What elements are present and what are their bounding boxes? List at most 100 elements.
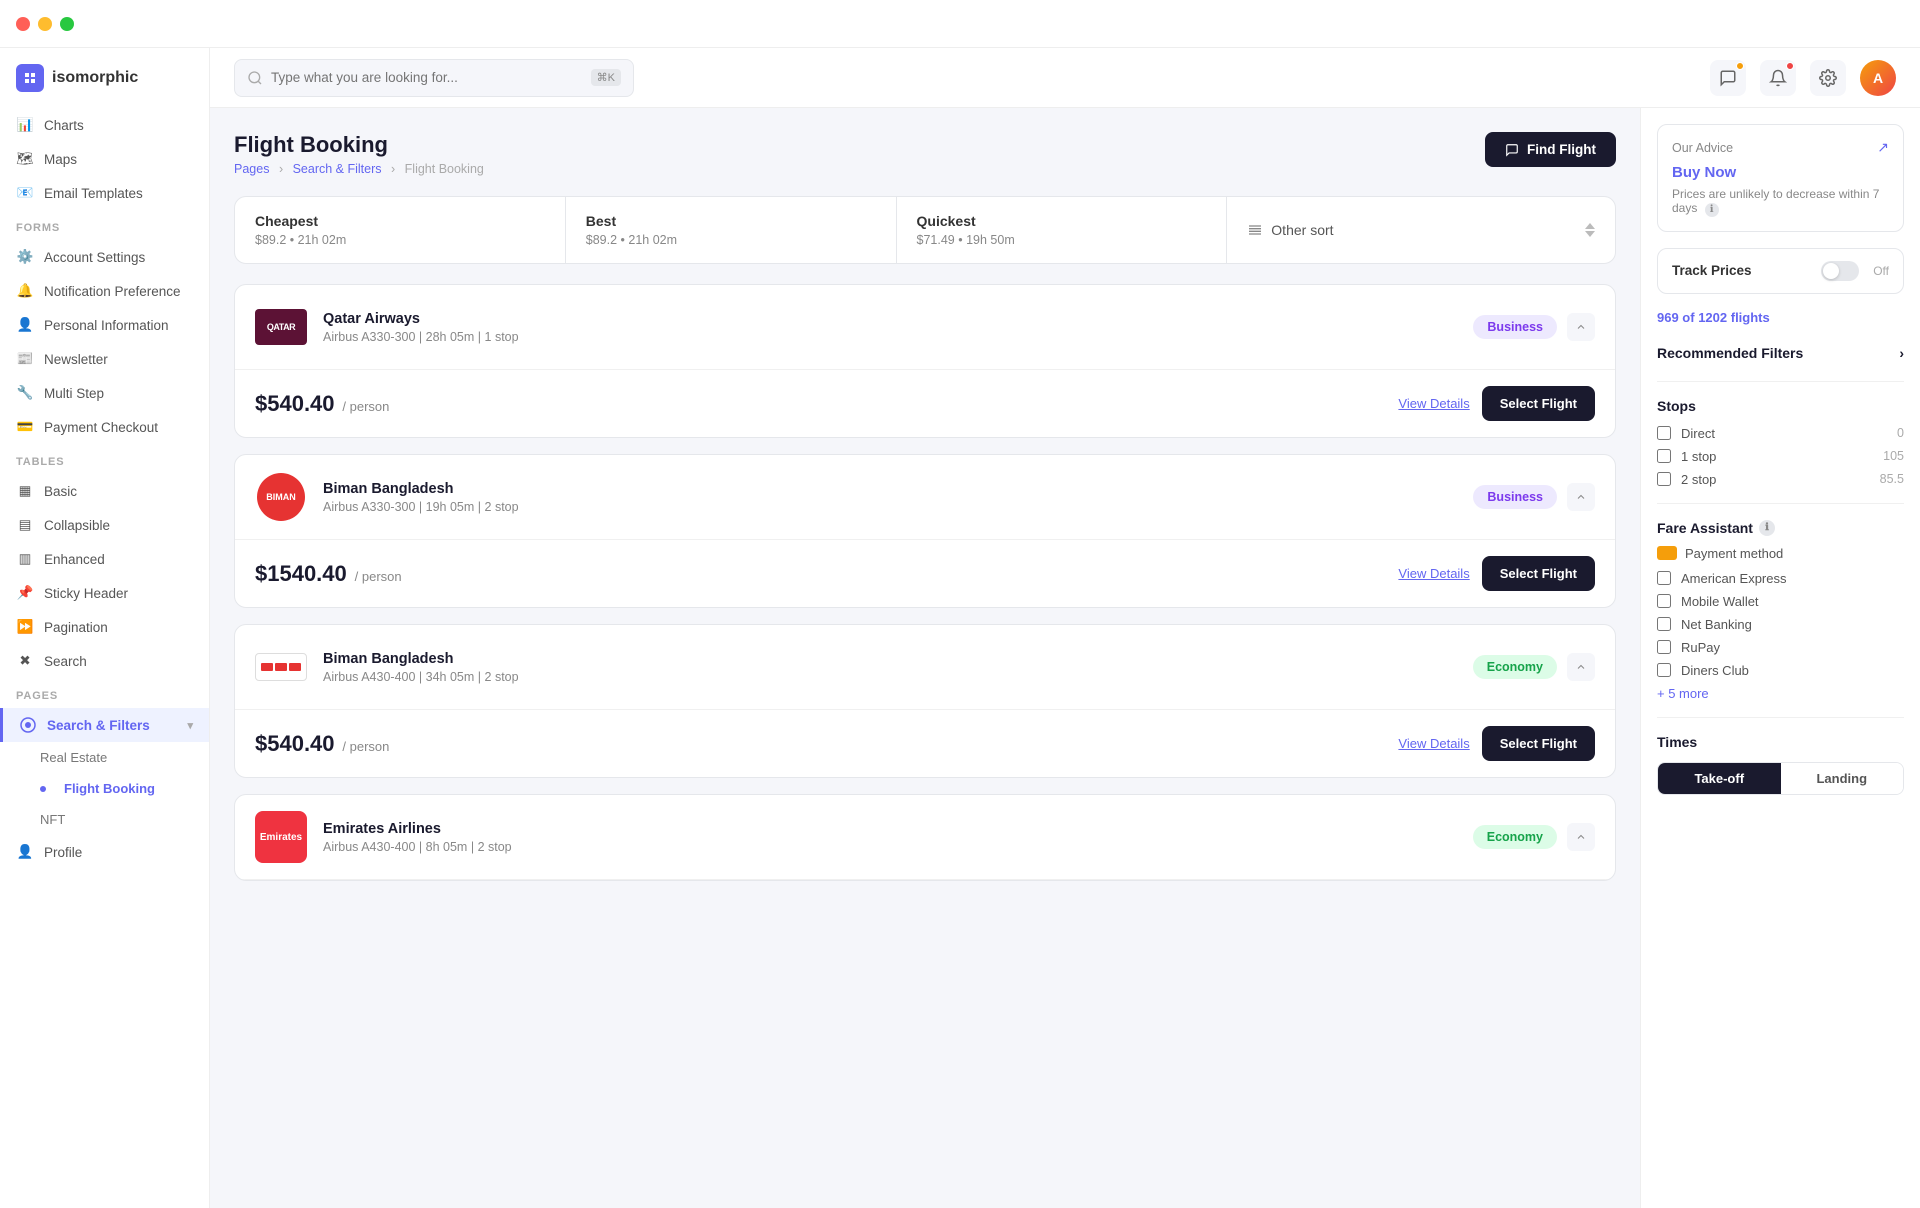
notifications-button[interactable] [1760, 60, 1796, 96]
tab-other-sort[interactable]: Other sort [1227, 222, 1615, 238]
flight-card-qatar: QATAR Qatar Airways Airbus A330-300 | 28… [234, 284, 1616, 438]
tab-cheapest-label: Cheapest [255, 213, 545, 229]
window-controls [16, 17, 74, 31]
divider2 [1657, 503, 1904, 504]
page-header: Flight Booking Pages › Search & Filters … [234, 132, 1616, 176]
sidebar-sub-nft[interactable]: NFT [0, 804, 209, 835]
aircraft: Airbus A430-400 [323, 840, 415, 854]
1stop-checkbox[interactable] [1657, 449, 1671, 463]
fare-assistant-info-icon[interactable]: ℹ [1759, 520, 1775, 536]
chart-icon: 📊 [16, 116, 34, 134]
filter-diners-club: Diners Club [1657, 663, 1904, 678]
newsletter-icon: 📰 [16, 350, 34, 368]
avatar[interactable]: A [1860, 60, 1896, 96]
sidebar-item-search[interactable]: ✖ Search [0, 644, 209, 678]
select-flight-button[interactable]: Select Flight [1482, 726, 1595, 761]
sub-item-label: Flight Booking [64, 781, 155, 796]
toggle-knob [1823, 263, 1839, 279]
collapse-button[interactable] [1567, 483, 1595, 511]
sidebar-item-label: Charts [44, 118, 84, 133]
sidebar-item-label: Basic [44, 484, 77, 499]
flight-price: $540.40 [255, 731, 335, 756]
search-input[interactable] [271, 70, 583, 85]
flight-badge: Business [1473, 315, 1557, 339]
table-icon: ▦ [16, 482, 34, 500]
times-tab-takeoff[interactable]: Take-off [1658, 763, 1781, 794]
messages-button[interactable] [1710, 60, 1746, 96]
track-prices-toggle[interactable] [1821, 261, 1859, 281]
flights-total-link[interactable]: 1202 flights [1698, 310, 1770, 325]
sidebar-sub-real-estate[interactable]: Real Estate [0, 742, 209, 773]
select-flight-button[interactable]: Select Flight [1482, 556, 1595, 591]
sidebar-item-multi-step[interactable]: 🔧 Multi Step [0, 376, 209, 410]
select-flight-button[interactable]: Select Flight [1482, 386, 1595, 421]
sidebar-item-account-settings[interactable]: ⚙️ Account Settings [0, 240, 209, 274]
recommended-filters-row[interactable]: Recommended Filters › [1657, 341, 1904, 365]
amex-label: American Express [1681, 571, 1904, 586]
2stop-checkbox[interactable] [1657, 472, 1671, 486]
collapse-button[interactable] [1567, 823, 1595, 851]
logo: isomorphic [0, 64, 209, 108]
settings-button[interactable] [1810, 60, 1846, 96]
airline-sub: Airbus A430-400 | 8h 05m | 2 stop [323, 840, 1473, 854]
payment-method-label: Payment method [1685, 546, 1783, 561]
find-flight-button[interactable]: Find Flight [1485, 132, 1616, 167]
flight-badge: Economy [1473, 655, 1557, 679]
tab-best[interactable]: Best $89.2 • 21h 02m [566, 197, 897, 263]
sidebar-item-label: Pagination [44, 620, 108, 635]
sidebar-item-basic[interactable]: ▦ Basic [0, 474, 209, 508]
tab-other-sort-label: Other sort [1271, 222, 1333, 238]
sidebar-item-payment-checkout[interactable]: 💳 Payment Checkout [0, 410, 209, 444]
collapse-button[interactable] [1567, 653, 1595, 681]
logo-icon [16, 64, 44, 92]
stops-section-title: Stops [1657, 398, 1904, 414]
sidebar-item-profile[interactable]: 👤 Profile [0, 835, 209, 869]
maximize-dot[interactable] [60, 17, 74, 31]
sidebar-item-search-filters[interactable]: Search & Filters ▾ [0, 708, 209, 742]
filter-option-direct: Direct 0 [1657, 426, 1904, 441]
view-details-link[interactable]: View Details [1398, 396, 1469, 411]
collapse-button[interactable] [1567, 313, 1595, 341]
airline-name: Biman Bangladesh [323, 651, 1473, 667]
rupay-label: RuPay [1681, 640, 1904, 655]
sidebar-item-newsletter[interactable]: 📰 Newsletter [0, 342, 209, 376]
view-details-link[interactable]: View Details [1398, 566, 1469, 581]
buy-now-label[interactable]: Buy Now [1672, 164, 1889, 181]
sidebar-item-notification-preference[interactable]: 🔔 Notification Preference [0, 274, 209, 308]
sidebar-sub-flight-booking[interactable]: Flight Booking [0, 773, 209, 804]
sidebar-item-maps[interactable]: 🗺 Maps [0, 142, 209, 176]
minimize-dot[interactable] [38, 17, 52, 31]
mobile-wallet-checkbox[interactable] [1657, 594, 1671, 608]
sidebar-item-pagination[interactable]: ⏩ Pagination [0, 610, 209, 644]
breadcrumb-search-filters[interactable]: Search & Filters [293, 162, 382, 176]
1stop-label: 1 stop [1681, 449, 1873, 464]
sidebar-item-sticky-header[interactable]: 📌 Sticky Header [0, 576, 209, 610]
sidebar-item-collapsible[interactable]: ▤ Collapsible [0, 508, 209, 542]
breadcrumb-pages[interactable]: Pages [234, 162, 269, 176]
tab-cheapest[interactable]: Cheapest $89.2 • 21h 02m [235, 197, 566, 263]
net-banking-checkbox[interactable] [1657, 617, 1671, 631]
sidebar-item-enhanced[interactable]: ▥ Enhanced [0, 542, 209, 576]
sidebar-item-charts[interactable]: 📊 Charts [0, 108, 209, 142]
view-details-link[interactable]: View Details [1398, 736, 1469, 751]
search-kbd: ⌘K [591, 69, 621, 86]
times-tab-landing[interactable]: Landing [1781, 763, 1904, 794]
sidebar-item-personal-information[interactable]: 👤 Personal Information [0, 308, 209, 342]
sort-arrows [1585, 223, 1595, 237]
sidebar-item-label: Personal Information [44, 318, 169, 333]
flight-price-per: / person [355, 569, 402, 584]
filter-rupay: RuPay [1657, 640, 1904, 655]
aircraft: Airbus A330-300 [323, 500, 415, 514]
diners-club-checkbox[interactable] [1657, 663, 1671, 677]
close-dot[interactable] [16, 17, 30, 31]
find-flight-label: Find Flight [1527, 142, 1596, 157]
direct-checkbox[interactable] [1657, 426, 1671, 440]
more-link[interactable]: + 5 more [1657, 686, 1904, 701]
sidebar-item-label: Maps [44, 152, 77, 167]
tab-quickest[interactable]: Quickest $71.49 • 19h 50m [897, 197, 1228, 263]
biman1-logo: BIMAN [255, 471, 307, 523]
divider3 [1657, 717, 1904, 718]
amex-checkbox[interactable] [1657, 571, 1671, 585]
rupay-checkbox[interactable] [1657, 640, 1671, 654]
sidebar-item-email-templates[interactable]: 📧 Email Templates [0, 176, 209, 210]
